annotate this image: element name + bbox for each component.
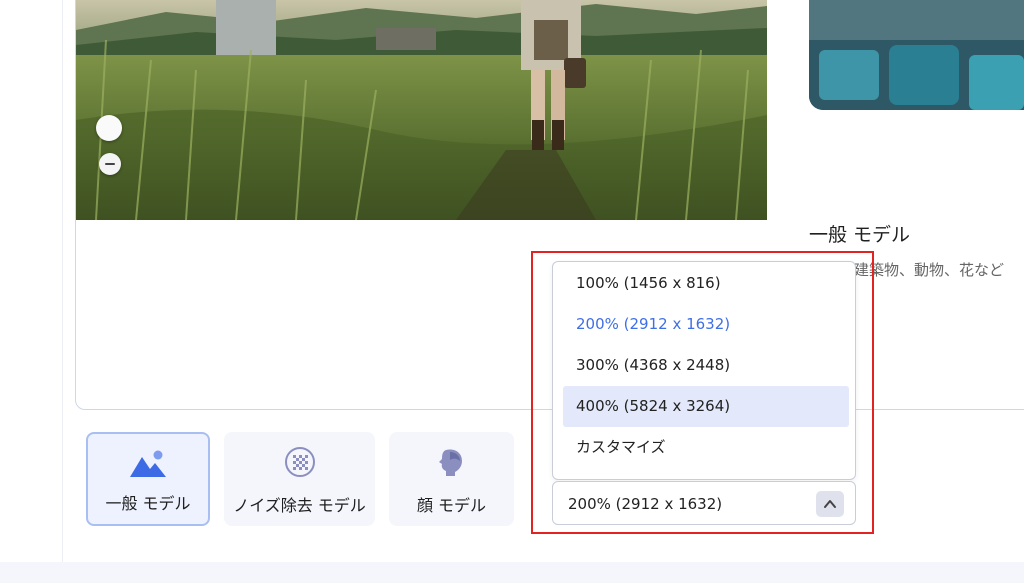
face-profile-icon xyxy=(436,446,468,482)
general-model-label: 一般 モデル xyxy=(105,494,191,513)
scale-option-custom[interactable]: カスタマイズ xyxy=(563,427,849,468)
scale-option-300[interactable]: 300% (4368 x 2448) xyxy=(563,345,849,386)
zoom-in-button[interactable] xyxy=(96,115,122,141)
scale-option-200[interactable]: 200% (2912 x 1632) xyxy=(563,304,849,345)
scale-options-list: 100% (1456 x 816) 200% (2912 x 1632) 300… xyxy=(552,261,856,480)
denoise-model-label: ノイズ除去 モデル xyxy=(233,496,366,515)
general-model-button[interactable]: 一般 モデル xyxy=(86,432,210,526)
scale-select[interactable]: 200% (2912 x 1632) xyxy=(552,481,856,525)
denoise-model-button[interactable]: ノイズ除去 モデル xyxy=(224,432,375,526)
scale-option-400[interactable]: 400% (5824 x 3264) xyxy=(563,386,849,427)
sample-thumbnail xyxy=(809,0,1024,110)
scale-option-100[interactable]: 100% (1456 x 816) xyxy=(563,263,849,304)
noise-grid-icon xyxy=(284,446,316,482)
sidebar-divider xyxy=(62,0,63,562)
scale-select-value: 200% (2912 x 1632) xyxy=(568,495,723,513)
landscape-icon xyxy=(129,448,167,482)
footer-band xyxy=(0,562,1024,583)
face-model-button[interactable]: 顔 モデル xyxy=(389,432,514,526)
chevron-up-icon[interactable] xyxy=(816,491,844,517)
face-model-label: 顔 モデル xyxy=(416,496,487,515)
preview-image xyxy=(76,0,767,220)
zoom-out-button[interactable] xyxy=(99,153,121,175)
model-title: 一般 モデル xyxy=(809,224,911,246)
